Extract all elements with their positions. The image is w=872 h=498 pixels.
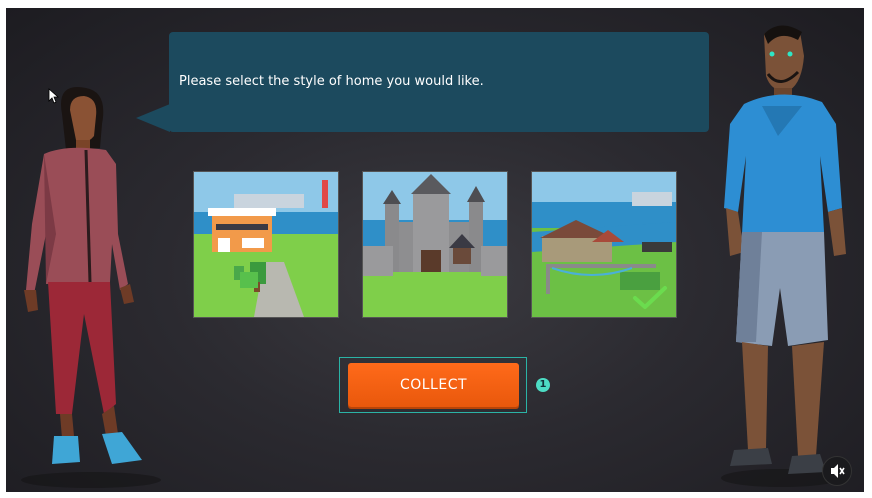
speech-bubble: Please select the style of home you woul… — [169, 32, 709, 132]
modern-house-thumbnail — [194, 172, 338, 317]
game-scene: Please select the style of home you woul… — [6, 8, 864, 492]
mute-button[interactable] — [822, 456, 852, 486]
home-option-castle[interactable] — [362, 171, 508, 318]
castle-thumbnail — [363, 172, 507, 317]
collect-button[interactable]: COLLECT — [348, 363, 519, 407]
dialog-message: Please select the style of home you woul… — [179, 74, 484, 89]
speech-bubble-tail — [136, 104, 170, 132]
collect-count-badge: 1 — [536, 378, 550, 392]
checkmark-icon — [633, 286, 667, 309]
home-option-village[interactable] — [531, 171, 677, 318]
female-guide-character — [21, 87, 161, 488]
home-option-modern-house[interactable] — [193, 171, 339, 318]
speaker-muted-icon — [831, 464, 845, 478]
mouse-cursor-icon — [48, 88, 60, 104]
male-guide-character — [721, 25, 846, 487]
